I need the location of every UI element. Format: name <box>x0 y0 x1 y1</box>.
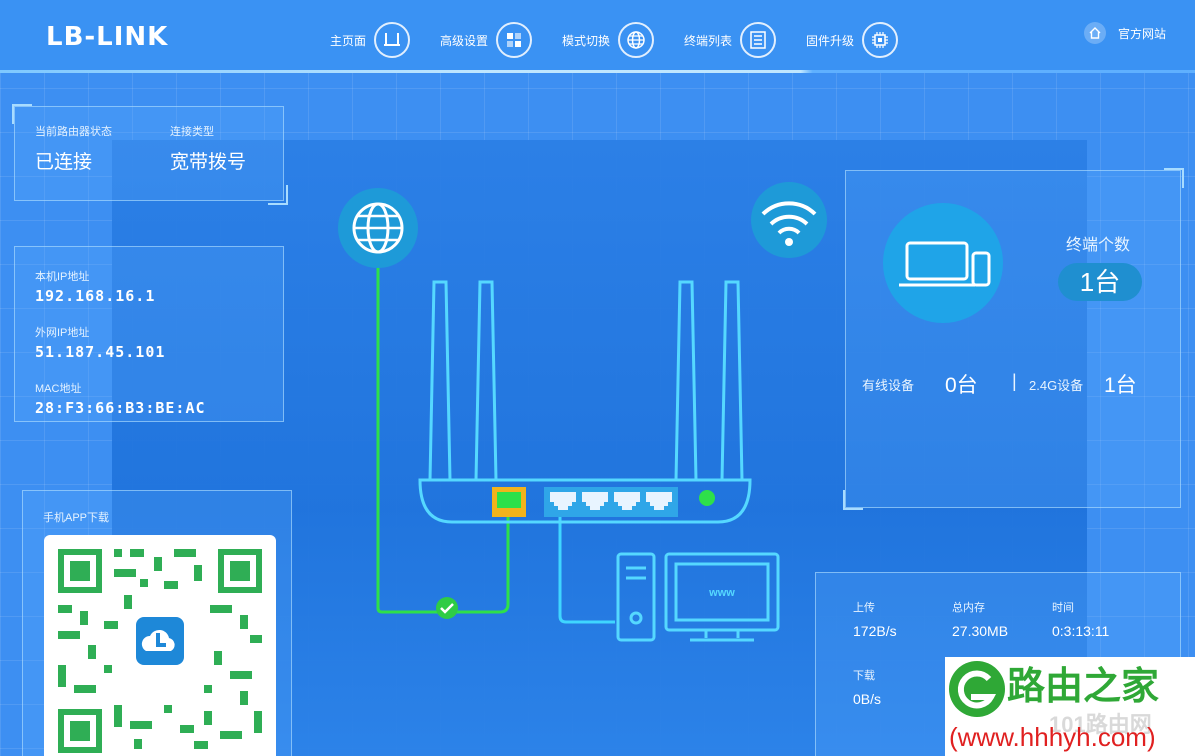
nav-terminal-label: 终端列表 <box>684 33 733 48</box>
wired-devices-value: 0台 <box>945 374 978 397</box>
conn-type-value: 宽带拨号 <box>170 152 247 173</box>
mac-label: MAC地址 <box>35 383 82 395</box>
router-illustration <box>418 280 752 524</box>
router-state-label: 当前路由器状态 <box>35 126 112 138</box>
nav-home[interactable]: 主页面 <box>330 20 411 60</box>
router-icon <box>374 22 411 58</box>
home-icon <box>1084 22 1106 44</box>
corner-accent <box>1164 168 1184 188</box>
nav-mode-switch[interactable]: 模式切换 <box>562 20 655 60</box>
terminal-count-panel: 终端个数 1台 有线设备 0台 | 2.4G设备 1台 <box>845 170 1181 508</box>
router-status-panel: 当前路由器状态 已连接 连接类型 宽带拨号 <box>14 106 284 201</box>
upload-value: 172B/s <box>853 623 897 639</box>
router-state-value: 已连接 <box>35 152 93 173</box>
stat-separator: | <box>1012 371 1017 391</box>
nav-advanced[interactable]: 高级设置 <box>440 20 533 60</box>
brand-logo: LB-LINK <box>46 22 169 52</box>
memory-label: 总内存 <box>952 602 985 614</box>
internet-globe-icon <box>338 188 418 268</box>
terminal-count-label: 终端个数 <box>1066 237 1131 254</box>
globe-icon <box>618 22 655 58</box>
pc-tower-icon <box>616 552 656 642</box>
download-value: 0B/s <box>853 691 882 707</box>
terminal-count-badge: 1台 <box>1058 263 1142 301</box>
time-value: 0:3:13:11 <box>1052 623 1110 639</box>
chip-icon <box>862 22 899 58</box>
wifi24-devices-label: 2.4G设备 <box>1029 378 1084 393</box>
screen-www-text: www <box>708 587 735 599</box>
wired-devices-label: 有线设备 <box>862 378 915 393</box>
nav-firmware-upgrade[interactable]: 固件升级 <box>806 20 899 60</box>
network-diagram: www <box>338 182 827 642</box>
watermark-logo-icon <box>949 661 1005 717</box>
official-site-link[interactable]: 官方网站 <box>1084 22 1166 44</box>
nav-advanced-label: 高级设置 <box>440 33 489 48</box>
upload-label: 上传 <box>853 602 875 614</box>
list-icon <box>740 22 777 58</box>
wifi-icon <box>751 182 827 258</box>
memory-value: 27.30MB <box>952 623 1009 639</box>
watermark: 路由之家 101路由网 (www.hhhyh.com) <box>945 657 1195 756</box>
conn-type-label: 连接类型 <box>170 126 214 138</box>
devices-icon <box>883 203 1003 323</box>
corner-accent <box>268 185 288 205</box>
watermark-url: (www.hhhyh.com) <box>949 722 1156 752</box>
download-label: 下载 <box>853 670 875 682</box>
header-divider <box>0 70 1195 73</box>
wan-ip-label: 外网IP地址 <box>35 327 90 339</box>
mac-value: 28:F3:66:B3:BE:AC <box>35 399 206 417</box>
watermark-brand: 路由之家 <box>1007 666 1160 708</box>
corner-accent <box>12 104 32 124</box>
grid-settings-icon <box>496 22 533 58</box>
corner-accent <box>843 490 863 510</box>
nav-mode-label: 模式切换 <box>562 33 611 48</box>
local-ip-value: 192.168.16.1 <box>35 287 156 305</box>
qr-code <box>44 535 276 756</box>
official-site-label: 官方网站 <box>1118 26 1167 41</box>
nav-terminal-list[interactable]: 终端列表 <box>684 20 777 60</box>
wan-ip-value: 51.187.45.101 <box>35 343 166 361</box>
nav-firmware-label: 固件升级 <box>806 33 855 48</box>
nav-home-label: 主页面 <box>330 33 367 48</box>
network-info-panel: 本机IP地址 192.168.16.1 外网IP地址 51.187.45.101… <box>14 246 284 422</box>
app-download-label: 手机APP下载 <box>43 512 110 524</box>
wifi24-devices-value: 1台 <box>1104 374 1137 397</box>
local-ip-label: 本机IP地址 <box>35 271 90 283</box>
time-label: 时间 <box>1052 602 1074 614</box>
